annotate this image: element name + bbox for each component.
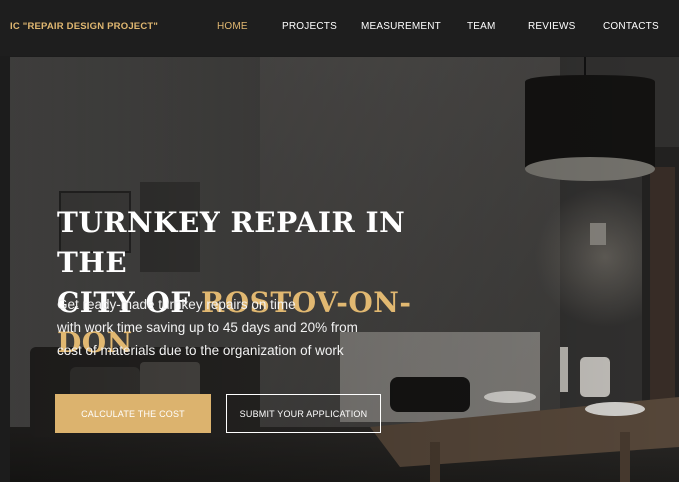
hero-desc-line3: cost of materials due to the organizatio… xyxy=(57,343,344,358)
navbar: IC "REPAIR DESIGN PROJECT" HOME PROJECTS… xyxy=(0,0,679,56)
hero-desc-line2: with work time saving up to 45 days and … xyxy=(57,320,358,335)
calculate-cost-button[interactable]: CALCULATE THE COST xyxy=(55,394,211,433)
nav-home[interactable]: HOME xyxy=(217,21,248,32)
nav-team[interactable]: TEAM xyxy=(467,21,496,32)
nav-measurement[interactable]: MEASUREMENT xyxy=(361,21,441,32)
submit-application-button[interactable]: SUBMIT YOUR APPLICATION xyxy=(226,394,381,433)
logo[interactable]: IC "REPAIR DESIGN PROJECT" xyxy=(10,21,158,32)
hero-description: Get ready-made turnkey repairs on time w… xyxy=(57,293,417,362)
nav-projects[interactable]: PROJECTS xyxy=(282,21,337,32)
nav-reviews[interactable]: REVIEWS xyxy=(528,21,576,32)
hero-section: TURNKEY REPAIR IN THE CITY OF ROSTOV-ON-… xyxy=(10,57,679,482)
hero-desc-line1: Get ready-made turnkey repairs on time xyxy=(57,297,296,312)
nav-contacts[interactable]: CONTACTS xyxy=(603,21,659,32)
hero-title-line1: TURNKEY REPAIR IN THE xyxy=(57,206,406,279)
